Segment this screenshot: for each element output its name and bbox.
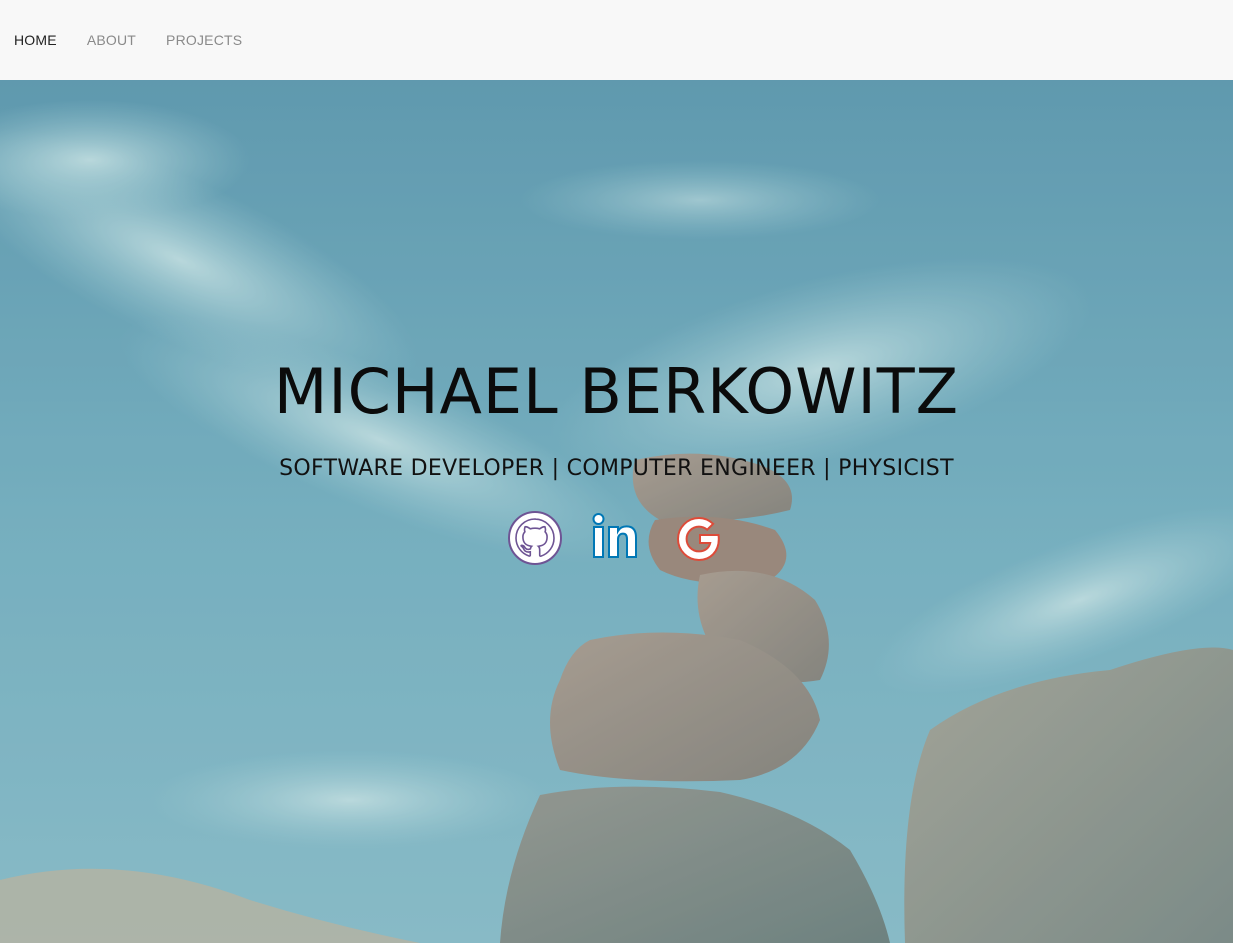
hero-subtitle: SOFTWARE DEVELOPER | COMPUTER ENGINEER |… [279, 456, 954, 481]
linkedin-icon [592, 513, 637, 558]
hero-title: MICHAEL BERKOWITZ [273, 355, 960, 428]
google-icon [676, 516, 720, 562]
top-navbar: HOME ABOUT PROJECTS [0, 0, 1233, 80]
github-link[interactable] [506, 508, 564, 568]
google-link[interactable] [670, 508, 728, 568]
linkedin-link[interactable] [588, 508, 646, 568]
nav-item-projects[interactable]: PROJECTS [166, 32, 242, 48]
nav-item-home[interactable]: HOME [14, 32, 57, 48]
hero-content: MICHAEL BERKOWITZ SOFTWARE DEVELOPER | C… [0, 80, 1233, 943]
hero-section: MICHAEL BERKOWITZ SOFTWARE DEVELOPER | C… [0, 80, 1233, 943]
nav-list: HOME ABOUT PROJECTS [0, 0, 1233, 80]
github-icon [507, 511, 562, 565]
nav-item-about[interactable]: ABOUT [87, 32, 136, 48]
social-links [0, 508, 1233, 568]
